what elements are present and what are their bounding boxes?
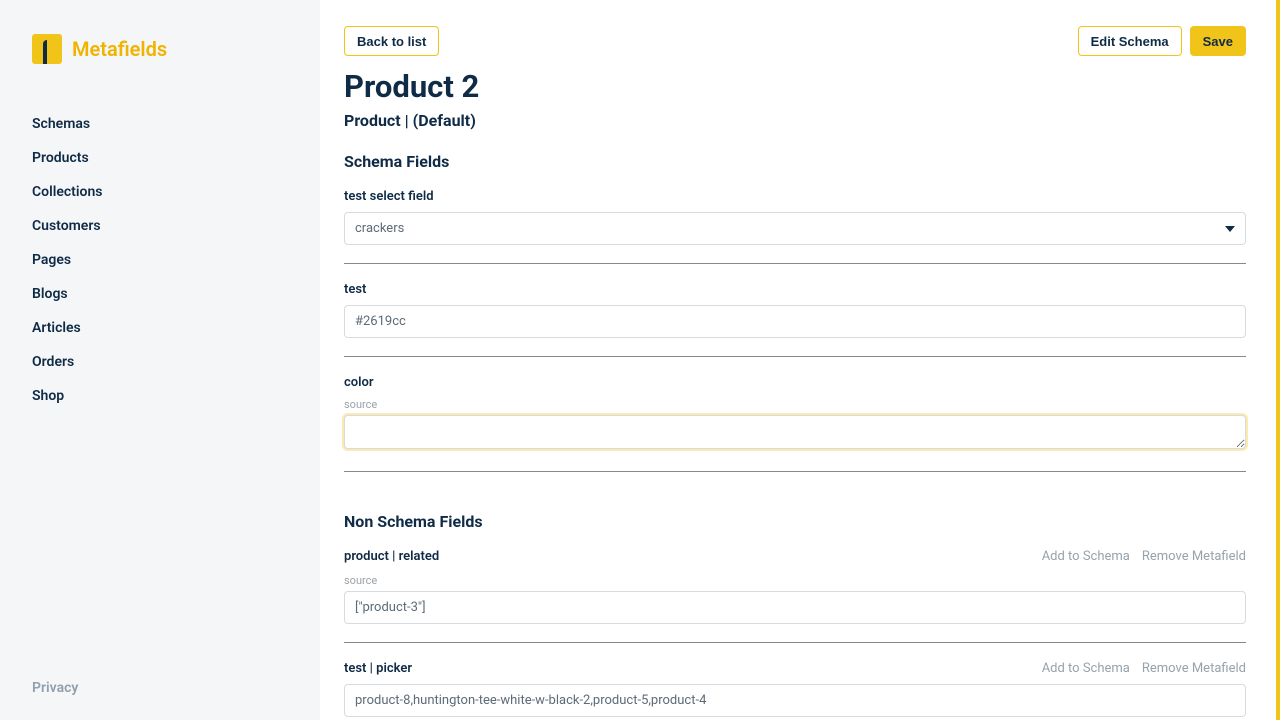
field-label: product | related <box>344 549 439 564</box>
divider <box>344 642 1246 643</box>
add-to-schema-link[interactable]: Add to Schema <box>1042 661 1130 676</box>
test-picker-input[interactable] <box>344 684 1246 717</box>
page-title: Product 2 <box>344 68 1246 105</box>
logo-icon <box>32 34 62 64</box>
back-button[interactable]: Back to list <box>344 26 439 56</box>
nav: Schemas Products Collections Customers P… <box>32 114 288 406</box>
test-select-input[interactable]: crackers <box>344 212 1246 245</box>
app-name: Metafields <box>72 37 167 61</box>
page-subtitle: Product | (Default) <box>344 111 1246 130</box>
sidebar-item-orders[interactable]: Orders <box>32 352 288 372</box>
field-test-picker: test | picker Add to Schema Remove Metaf… <box>344 661 1246 717</box>
field-sublabel: source <box>344 574 1246 587</box>
logo: Metafields <box>32 34 288 64</box>
field-label: test select field <box>344 189 1246 204</box>
field-color: color source <box>344 375 1246 453</box>
sidebar-item-blogs[interactable]: Blogs <box>32 284 288 304</box>
top-bar: Back to list Edit Schema Save <box>344 26 1246 56</box>
color-source-input[interactable] <box>344 415 1246 449</box>
sidebar-item-schemas[interactable]: Schemas <box>32 114 288 134</box>
sidebar-item-products[interactable]: Products <box>32 148 288 168</box>
save-button[interactable]: Save <box>1190 26 1246 56</box>
non-schema-fields-heading: Non Schema Fields <box>344 512 1246 531</box>
edit-schema-button[interactable]: Edit Schema <box>1078 26 1182 56</box>
sidebar-item-articles[interactable]: Articles <box>32 318 288 338</box>
main-content: Back to list Edit Schema Save Product 2 … <box>320 0 1276 720</box>
remove-metafield-link[interactable]: Remove Metafield <box>1142 549 1246 564</box>
field-label: test | picker <box>344 661 412 676</box>
field-sublabel: source <box>344 398 1246 411</box>
sidebar-item-shop[interactable]: Shop <box>32 386 288 406</box>
sidebar: Metafields Schemas Products Collections … <box>0 0 320 720</box>
schema-fields-heading: Schema Fields <box>344 152 1246 171</box>
sidebar-item-collections[interactable]: Collections <box>32 182 288 202</box>
divider <box>344 471 1246 472</box>
divider <box>344 356 1246 357</box>
add-to-schema-link[interactable]: Add to Schema <box>1042 549 1130 564</box>
remove-metafield-link[interactable]: Remove Metafield <box>1142 661 1246 676</box>
test-input[interactable] <box>344 305 1246 338</box>
privacy-link[interactable]: Privacy <box>32 680 288 696</box>
product-related-input[interactable] <box>344 591 1246 624</box>
field-product-related: product | related Add to Schema Remove M… <box>344 549 1246 624</box>
field-label: color <box>344 375 1246 390</box>
field-test-select: test select field crackers <box>344 189 1246 245</box>
sidebar-item-customers[interactable]: Customers <box>32 216 288 236</box>
sidebar-item-pages[interactable]: Pages <box>32 250 288 270</box>
divider <box>344 263 1246 264</box>
field-test: test <box>344 282 1246 338</box>
field-label: test <box>344 282 1246 297</box>
